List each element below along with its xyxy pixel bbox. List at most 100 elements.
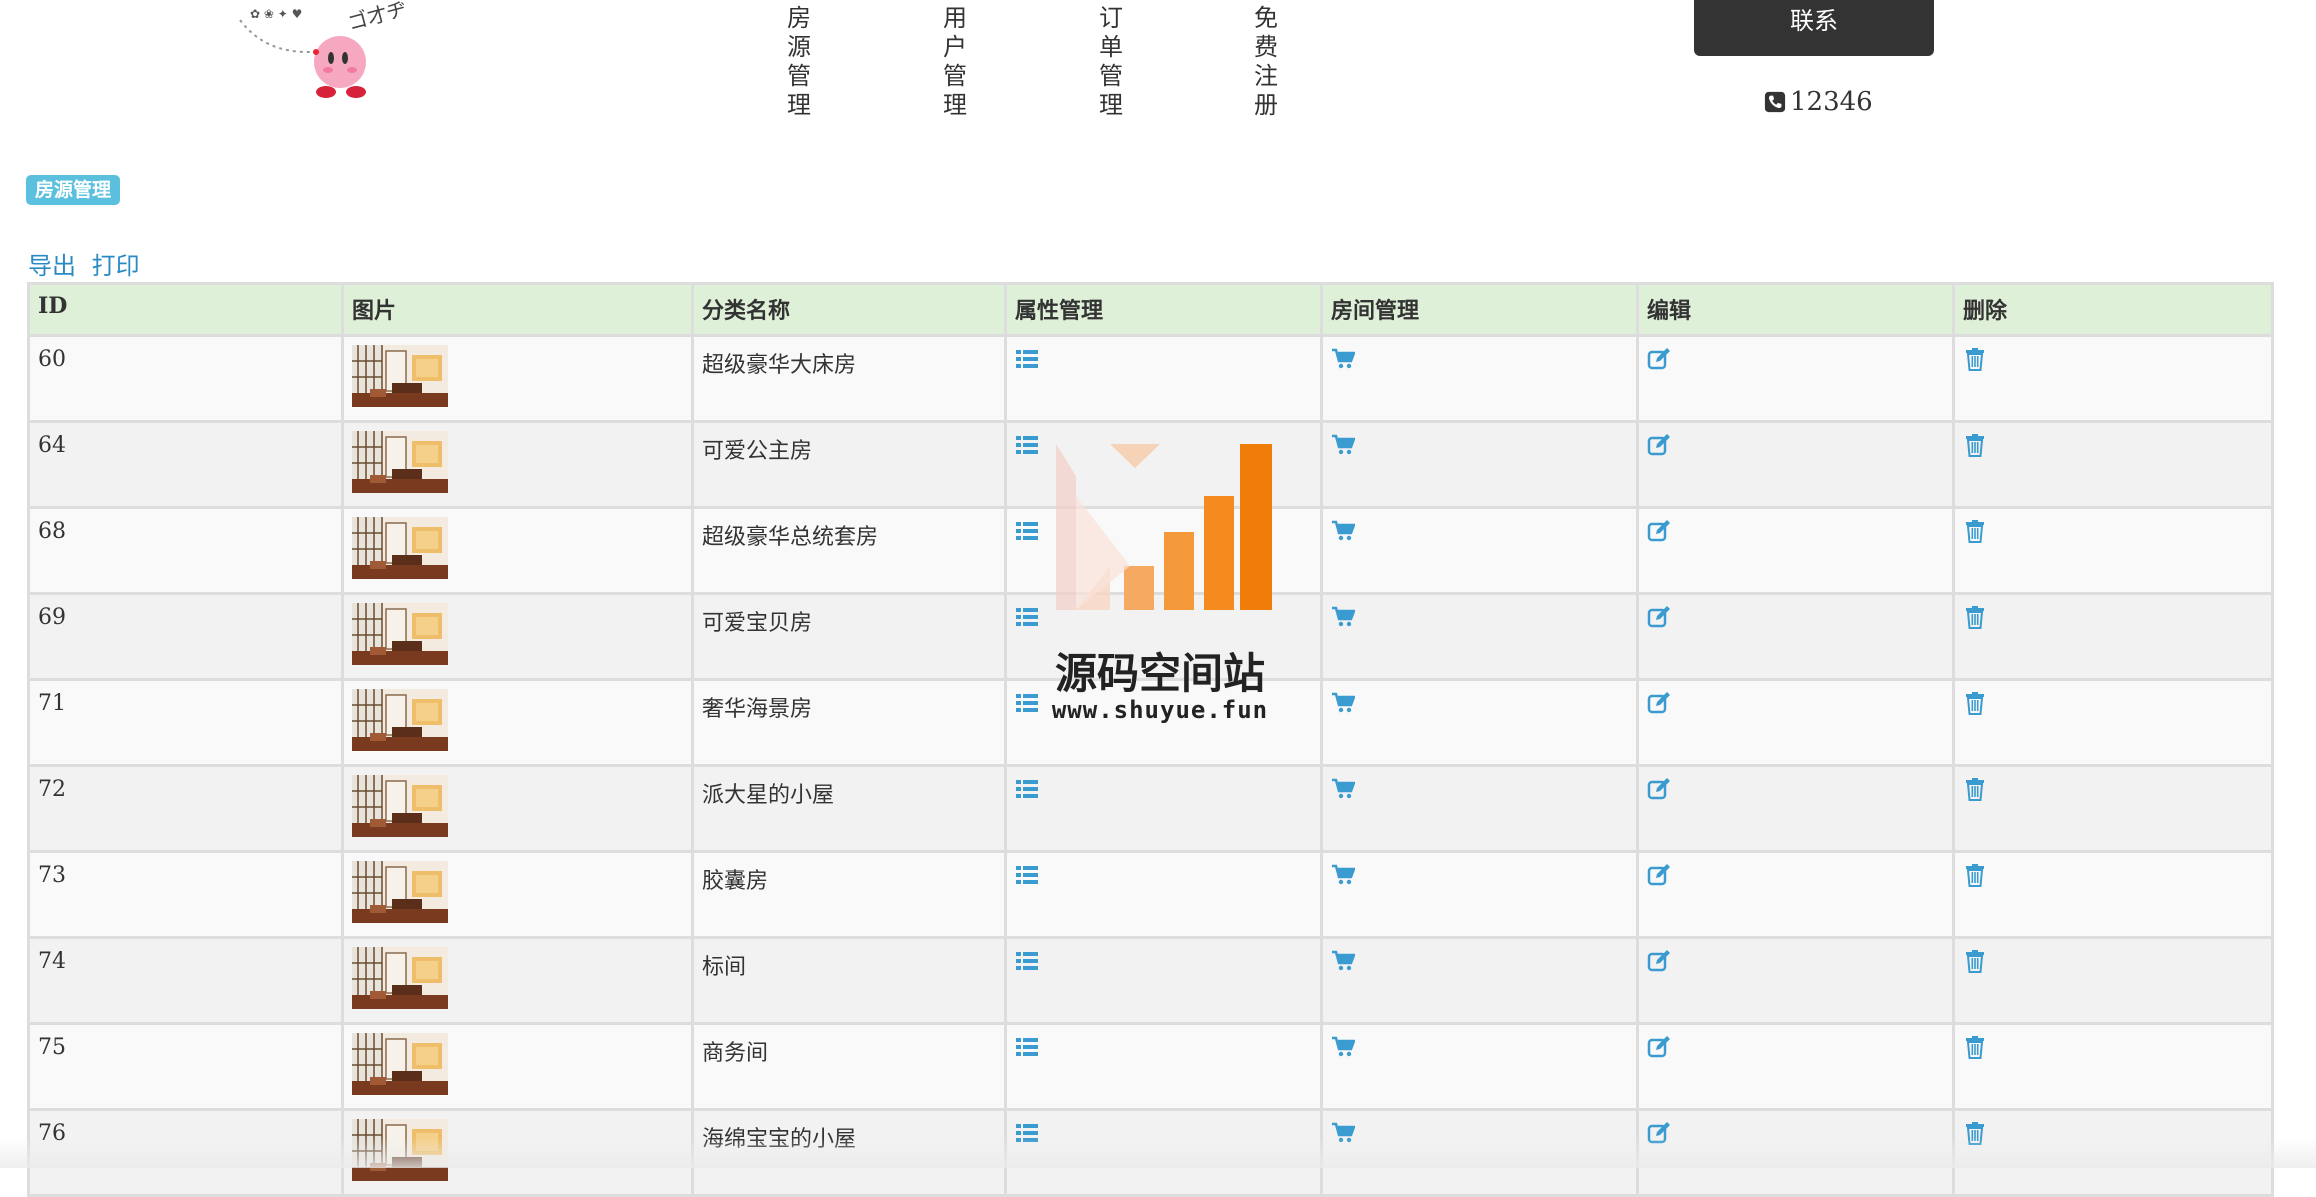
edit-icon[interactable] bbox=[1647, 1035, 1671, 1059]
list-icon[interactable] bbox=[1015, 347, 1039, 371]
cart-icon[interactable] bbox=[1331, 949, 1356, 973]
cell-edit bbox=[1636, 420, 1955, 509]
nav-order-management[interactable]: 订 单 管 理 bbox=[1093, 4, 1129, 120]
trash-icon[interactable] bbox=[1963, 519, 1987, 543]
table-row: 76 海绵宝宝的小屋 bbox=[27, 1108, 2274, 1197]
contact-button[interactable]: 联系 bbox=[1694, 0, 1934, 56]
cart-icon[interactable] bbox=[1331, 433, 1356, 457]
edit-icon[interactable] bbox=[1647, 777, 1671, 801]
cell-delete bbox=[1952, 764, 2274, 853]
cell-category-name: 商务间 bbox=[691, 1022, 1007, 1111]
cart-icon[interactable] bbox=[1331, 691, 1356, 715]
col-header-edit: 编辑 bbox=[1636, 282, 1955, 337]
trash-icon[interactable] bbox=[1963, 433, 1987, 457]
edit-icon[interactable] bbox=[1647, 347, 1671, 371]
edit-icon[interactable] bbox=[1647, 863, 1671, 887]
cart-icon[interactable] bbox=[1331, 347, 1356, 371]
edit-icon[interactable] bbox=[1647, 691, 1671, 715]
list-icon[interactable] bbox=[1015, 949, 1039, 973]
cell-category-name: 海绵宝宝的小屋 bbox=[691, 1108, 1007, 1197]
cell-attributes bbox=[1004, 1108, 1323, 1197]
table-actions: 导出 打印 bbox=[28, 246, 148, 281]
trash-icon[interactable] bbox=[1963, 777, 1987, 801]
room-thumbnail bbox=[352, 689, 448, 751]
edit-icon[interactable] bbox=[1647, 519, 1671, 543]
cell-image bbox=[341, 764, 694, 853]
house-table: ID 图片 分类名称 属性管理 房间管理 编辑 删除 60 超级豪华大床房 64 可爱… bbox=[27, 282, 2274, 1197]
cell-image bbox=[341, 850, 694, 939]
cart-icon[interactable] bbox=[1331, 777, 1356, 801]
cell-id: 69 bbox=[27, 592, 344, 681]
cell-rooms bbox=[1320, 850, 1639, 939]
col-header-id: ID bbox=[27, 282, 344, 337]
list-icon[interactable] bbox=[1015, 777, 1039, 801]
cell-image bbox=[341, 1108, 694, 1197]
nav-free-register[interactable]: 免 费 注 册 bbox=[1248, 4, 1284, 120]
cell-attributes bbox=[1004, 334, 1323, 423]
trash-icon[interactable] bbox=[1963, 605, 1987, 629]
cell-rooms bbox=[1320, 334, 1639, 423]
cell-rooms bbox=[1320, 506, 1639, 595]
trash-icon[interactable] bbox=[1963, 1035, 1987, 1059]
cell-rooms bbox=[1320, 1108, 1639, 1197]
nav-user-management[interactable]: 用 户 管 理 bbox=[937, 4, 973, 120]
phone-number: 12346 bbox=[1764, 84, 1873, 120]
cell-category-name: 标间 bbox=[691, 936, 1007, 1025]
cart-icon[interactable] bbox=[1331, 1035, 1356, 1059]
section-badge: 房源管理 bbox=[26, 175, 121, 205]
cell-rooms bbox=[1320, 420, 1639, 509]
nav-house-management[interactable]: 房 源 管 理 bbox=[781, 4, 817, 120]
cart-icon[interactable] bbox=[1331, 519, 1356, 543]
cell-image bbox=[341, 592, 694, 681]
col-header-rooms: 房间管理 bbox=[1320, 282, 1639, 337]
cell-delete bbox=[1952, 592, 2274, 681]
trash-icon[interactable] bbox=[1963, 347, 1987, 371]
cell-id: 75 bbox=[27, 1022, 344, 1111]
cell-id: 72 bbox=[27, 764, 344, 853]
list-icon[interactable] bbox=[1015, 1121, 1039, 1145]
list-icon[interactable] bbox=[1015, 1035, 1039, 1059]
edit-icon[interactable] bbox=[1647, 605, 1671, 629]
cell-image bbox=[341, 420, 694, 509]
cell-edit bbox=[1636, 764, 1955, 853]
cell-attributes bbox=[1004, 936, 1323, 1025]
trash-icon[interactable] bbox=[1963, 691, 1987, 715]
export-link[interactable]: 导出 bbox=[28, 252, 76, 280]
watermark-url: www.shuyue.fun bbox=[1051, 696, 1269, 724]
room-thumbnail bbox=[352, 775, 448, 837]
cell-category-name: 奢华海景房 bbox=[691, 678, 1007, 767]
list-icon[interactable] bbox=[1015, 691, 1039, 715]
watermark-title: 源码空间站 bbox=[1054, 649, 1265, 698]
cell-delete bbox=[1952, 850, 2274, 939]
cell-rooms bbox=[1320, 936, 1639, 1025]
cell-id: 64 bbox=[27, 420, 344, 509]
trash-icon[interactable] bbox=[1963, 1121, 1987, 1145]
cell-edit bbox=[1636, 334, 1955, 423]
cell-id: 76 bbox=[27, 1108, 344, 1197]
edit-icon[interactable] bbox=[1647, 433, 1671, 457]
cart-icon[interactable] bbox=[1331, 1121, 1356, 1145]
cell-image bbox=[341, 678, 694, 767]
cell-delete bbox=[1952, 506, 2274, 595]
list-icon[interactable] bbox=[1015, 605, 1039, 629]
trash-icon[interactable] bbox=[1963, 949, 1987, 973]
list-icon[interactable] bbox=[1015, 863, 1039, 887]
table-row: 64 可爱公主房 bbox=[27, 420, 2274, 509]
edit-icon[interactable] bbox=[1647, 949, 1671, 973]
cell-id: 74 bbox=[27, 936, 344, 1025]
trash-icon[interactable] bbox=[1963, 863, 1987, 887]
cell-edit bbox=[1636, 936, 1955, 1025]
cell-id: 73 bbox=[27, 850, 344, 939]
cell-attributes bbox=[1004, 506, 1323, 595]
cart-icon[interactable] bbox=[1331, 863, 1356, 887]
list-icon[interactable] bbox=[1015, 433, 1039, 457]
edit-icon[interactable] bbox=[1647, 1121, 1671, 1145]
table-row: 74 标间 bbox=[27, 936, 2274, 1025]
table-row: 72 派大星的小屋 bbox=[27, 764, 2274, 853]
cell-image bbox=[341, 506, 694, 595]
list-icon[interactable] bbox=[1015, 519, 1039, 543]
site-logo: ✿ ❀ ✦ ♥ ゴ才ヂ bbox=[239, 0, 409, 98]
cart-icon[interactable] bbox=[1331, 605, 1356, 629]
print-link[interactable]: 打印 bbox=[92, 252, 140, 280]
col-header-image: 图片 bbox=[341, 282, 694, 337]
